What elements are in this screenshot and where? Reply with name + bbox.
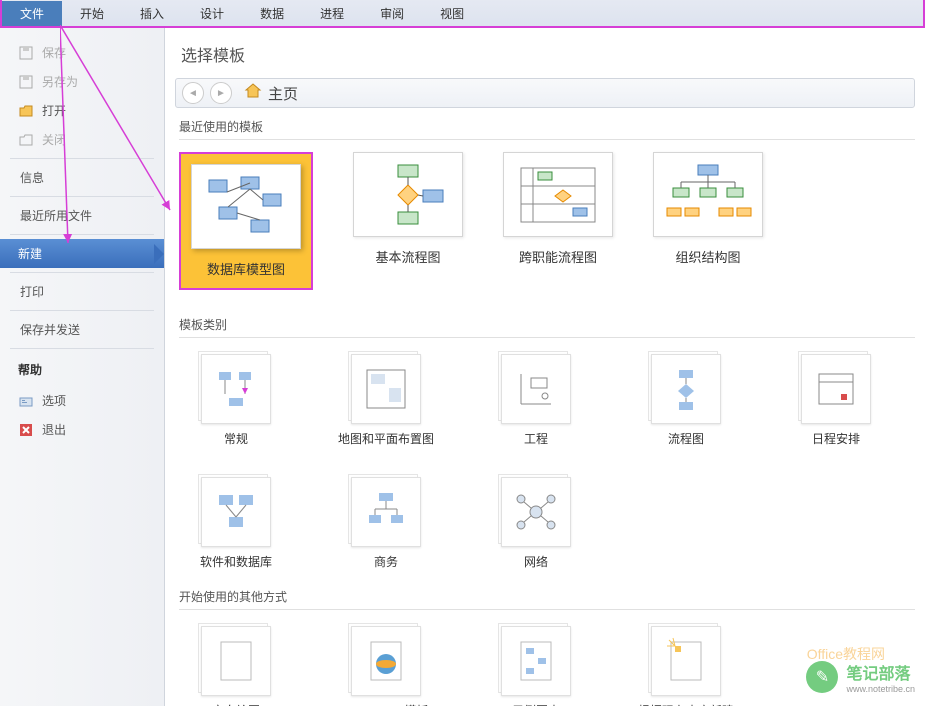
watermark-badge-icon: ✎ [806,661,838,693]
watermark-en: www.notetribe.cn [846,684,915,694]
category-business[interactable]: 商务 [341,477,431,570]
nav-back-button[interactable]: ◄ [182,82,204,104]
sidebar-saveas[interactable]: 另存为 [0,67,164,96]
breadcrumb-home[interactable]: 主页 [244,82,298,104]
other-label: Office.com 模板 [344,702,428,706]
other-blank[interactable]: 空白绘图 [191,626,281,706]
sidebar-print[interactable]: 打印 [0,277,164,306]
home-icon [244,82,262,104]
save-icon [18,45,34,61]
template-thumb [353,152,463,237]
template-thumb [191,164,301,249]
template-label: 跨职能流程图 [519,247,597,266]
sidebar-exit-label: 退出 [42,421,66,438]
close-icon [18,132,34,148]
saveas-icon [18,74,34,90]
category-label: 网络 [524,553,548,570]
open-icon [18,103,34,119]
category-label: 软件和数据库 [200,553,272,570]
sidebar-save[interactable]: 保存 [0,38,164,67]
category-label: 常规 [224,430,248,447]
sidebar-new-label: 新建 [18,245,42,262]
category-engineering[interactable]: 工程 [491,354,581,447]
other-label: 空白绘图 [212,702,260,706]
breadcrumb-bar: ◄ ► 主页 [175,78,915,108]
tab-insert[interactable]: 插入 [122,1,182,26]
template-database-model[interactable]: 数据库模型图 [179,152,313,290]
template-basic-flowchart[interactable]: 基本流程图 [353,152,463,290]
template-label: 数据库模型图 [207,259,285,278]
content-area: 选择模板 ◄ ► 主页 最近使用的模板 数据库模型图 基本流程图 [165,28,925,706]
recent-templates-label: 最近使用的模板 [179,118,915,140]
sidebar-new[interactable]: 新建 [0,239,164,268]
category-label: 商务 [374,553,398,570]
sidebar-savesend[interactable]: 保存并发送 [0,315,164,344]
sidebar-exit[interactable]: 退出 [0,415,164,444]
watermark: ✎ 笔记部落 www.notetribe.cn [806,660,915,694]
ribbon-tabs: 文件 开始 插入 设计 数据 进程 审阅 视图 [0,0,925,28]
template-label: 基本流程图 [375,247,440,266]
tab-view[interactable]: 视图 [422,1,482,26]
sidebar-saveas-label: 另存为 [42,73,78,90]
other-ways-grid: 空白绘图 Office.com 模板 示例图表 根据现有内容新建 [175,616,915,706]
template-thumb [653,152,763,237]
sidebar-close[interactable]: 关闭 [0,125,164,154]
template-label: 组织结构图 [675,247,740,266]
page-title: 选择模板 [175,42,915,66]
sidebar-recent[interactable]: 最近所用文件 [0,201,164,230]
template-thumb [503,152,613,237]
other-existing[interactable]: 根据现有内容新建 [641,626,731,706]
tab-process[interactable]: 进程 [302,1,362,26]
category-label: 流程图 [668,430,704,447]
watermark-cn: 笔记部落 [846,660,915,684]
other-label: 根据现有内容新建 [638,702,734,706]
tab-design[interactable]: 设计 [182,1,242,26]
category-label: 地图和平面布置图 [338,430,434,447]
tab-data[interactable]: 数据 [242,1,302,26]
categories-label: 模板类别 [179,316,915,338]
category-maps[interactable]: 地图和平面布置图 [341,354,431,447]
exit-icon [18,422,34,438]
other-samples[interactable]: 示例图表 [491,626,581,706]
other-label: 示例图表 [512,702,560,706]
sidebar-open-label: 打开 [42,102,66,119]
category-grid: 常规 地图和平面布置图 工程 流程图 日程安排 软件和数据库 商务 网络 [175,344,915,580]
sidebar-open[interactable]: 打开 [0,96,164,125]
tab-review[interactable]: 审阅 [362,1,422,26]
category-software[interactable]: 软件和数据库 [191,477,281,570]
sidebar-save-label: 保存 [42,44,66,61]
category-label: 工程 [524,430,548,447]
sidebar-info[interactable]: 信息 [0,163,164,192]
category-schedule[interactable]: 日程安排 [791,354,881,447]
sidebar-close-label: 关闭 [42,131,66,148]
category-network[interactable]: 网络 [491,477,581,570]
other-officecom[interactable]: Office.com 模板 [341,626,431,706]
sidebar-options[interactable]: 选项 [0,386,164,415]
breadcrumb-home-label: 主页 [268,83,298,104]
backstage-sidebar: 保存 另存为 打开 关闭 信息 最近所用文件 新建 打印 保存并发送 帮助 选项 [0,28,165,706]
sidebar-help[interactable]: 帮助 [0,353,164,386]
recent-templates-row: 数据库模型图 基本流程图 跨职能流程图 组织结构图 [175,146,915,308]
tab-file[interactable]: 文件 [2,1,62,26]
other-ways-label: 开始使用的其他方式 [179,588,915,610]
category-general[interactable]: 常规 [191,354,281,447]
template-org-chart[interactable]: 组织结构图 [653,152,763,290]
sidebar-options-label: 选项 [42,392,66,409]
nav-forward-button[interactable]: ► [210,82,232,104]
options-icon [18,393,34,409]
category-flowchart[interactable]: 流程图 [641,354,731,447]
template-cross-functional[interactable]: 跨职能流程图 [503,152,613,290]
tab-home[interactable]: 开始 [62,1,122,26]
category-label: 日程安排 [812,430,860,447]
